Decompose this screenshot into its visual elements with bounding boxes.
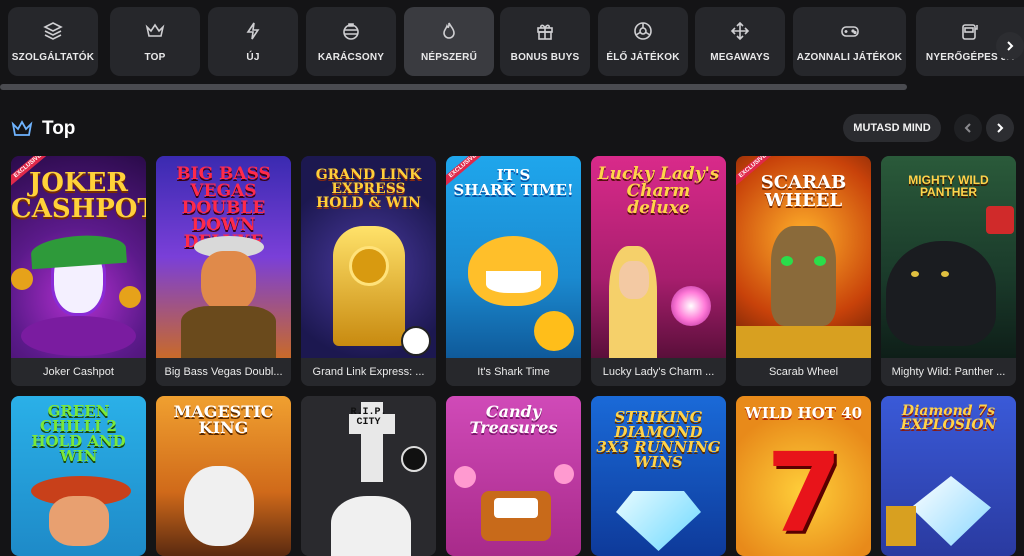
category-popular[interactable]: NÉPSZERŰ <box>404 7 494 76</box>
category-megaways[interactable]: MEGAWAYS <box>695 7 785 76</box>
category-christmas[interactable]: KARÁCSONY <box>306 7 396 76</box>
game-thumbnail: MAGESTIC KING <box>156 396 291 556</box>
category-label: MEGAWAYS <box>710 52 770 63</box>
category-top[interactable]: TOP <box>110 7 200 76</box>
game-thumbnail: EXCLUSIVE IT'S SHARK TIME! <box>446 156 581 358</box>
section-header: Top MUTASD MIND <box>0 110 1024 150</box>
game-card-diamond-explosion-7s[interactable]: Diamond 7s EXPLOSION <box>881 396 1016 556</box>
game-thumbnail: MIGHTY WILD PANTHER <box>881 156 1016 358</box>
carousel-prev-button[interactable] <box>954 114 982 142</box>
crown-icon <box>144 20 166 42</box>
gamepad-icon <box>839 20 861 42</box>
category-label: ÚJ <box>246 52 260 63</box>
game-title: Scarab Wheel <box>736 358 871 386</box>
game-logo: MIGHTY WILD PANTHER <box>908 173 989 199</box>
game-title: Big Bass Vegas Doubl... <box>156 358 291 386</box>
game-logo: SCARAB WHEEL <box>760 172 847 211</box>
game-thumbnail: BIG BASSVEGASDOUBLE DOWNDELUXE <box>156 156 291 358</box>
category-scroll-next-button[interactable] <box>996 32 1024 60</box>
game-thumbnail: EXCLUSIVE JOKER CASHPOT <box>11 156 146 358</box>
game-thumbnail: GRAND LINK EXPRESS HOLD & WIN <box>301 156 436 358</box>
game-thumbnail: EXCLUSIVE SCARAB WHEEL <box>736 156 871 358</box>
chevron-left-icon <box>964 123 971 133</box>
game-thumbnail: Diamond 7s EXPLOSION <box>881 396 1016 556</box>
game-logo: IT'S SHARK TIME! <box>453 166 574 199</box>
game-logo: Diamond 7s EXPLOSION <box>900 403 997 433</box>
game-card-magestic-king[interactable]: MAGESTIC KING <box>156 396 291 556</box>
game-thumbnail: R.I.P. CITY <box>301 396 436 556</box>
game-title: Joker Cashpot <box>11 358 146 386</box>
category-label: KARÁCSONY <box>317 52 385 63</box>
slot-machine-icon <box>959 20 981 42</box>
ornament-icon <box>340 20 362 42</box>
game-title: Grand Link Express: ... <box>301 358 436 386</box>
lightning-icon <box>242 20 264 42</box>
chip-icon <box>632 20 654 42</box>
layers-icon <box>42 20 64 42</box>
game-card-candy-treasures[interactable]: Candy Treasures <box>446 396 581 556</box>
game-card-striking-diamond[interactable]: STRIKING DIAMOND 3X3 RUNNING WINS <box>591 396 726 556</box>
category-label: BONUS BUYS <box>510 52 580 63</box>
arrows-icon <box>729 20 751 42</box>
game-logo: MAGESTIC KING <box>173 402 274 437</box>
category-label: AZONNALI JÁTÉKOK <box>796 52 903 63</box>
game-logo: WILD HOT 40 <box>744 404 863 422</box>
game-logo: Lucky Lady's Charm deluxe <box>597 164 720 218</box>
crown-icon <box>11 120 33 136</box>
category-instant-games[interactable]: AZONNALI JÁTÉKOK <box>793 7 906 76</box>
game-logo: R.I.P. CITY <box>350 407 387 428</box>
game-title: Lucky Lady's Charm ... <box>591 358 726 386</box>
category-providers[interactable]: SZOLGÁLTATÓK <box>8 7 98 76</box>
category-bonus-buys[interactable]: BONUS BUYS <box>500 7 590 76</box>
game-logo: GREEN CHILLI 2 HOLD AND WIN <box>31 402 126 465</box>
game-title: Mighty Wild: Panther ... <box>881 358 1016 386</box>
chevron-right-icon <box>1007 41 1014 51</box>
game-card-rip-city[interactable]: R.I.P. CITY <box>301 396 436 556</box>
game-thumbnail: GREEN CHILLI 2 HOLD AND WIN <box>11 396 146 556</box>
game-card-grand-link-express[interactable]: GRAND LINK EXPRESS HOLD & WIN Grand Link E… <box>301 156 436 386</box>
category-live-games[interactable]: ÉLŐ JÁTÉKOK <box>598 7 688 76</box>
category-label: NÉPSZERŰ <box>420 52 478 63</box>
category-new[interactable]: ÚJ <box>208 7 298 76</box>
gift-icon <box>534 20 556 42</box>
game-thumbnail: WILD HOT 40 7 <box>736 396 871 556</box>
game-logo: JOKER CASHPOT <box>11 168 146 224</box>
game-card-lucky-ladys-charm[interactable]: Lucky Lady's Charm deluxe Lucky Lady's Cha… <box>591 156 726 386</box>
category-label: SZOLGÁLTATÓK <box>11 52 95 63</box>
game-card-its-shark-time[interactable]: EXCLUSIVE IT'S SHARK TIME! It's Shark Tim… <box>446 156 581 386</box>
game-card-wild-hot-40[interactable]: WILD HOT 40 7 <box>736 396 871 556</box>
section-title: Top <box>42 118 76 139</box>
category-label: ÉLŐ JÁTÉKOK <box>606 52 680 63</box>
game-thumbnail: Candy Treasures <box>446 396 581 556</box>
game-logo: Candy Treasures <box>469 402 558 437</box>
game-logo: STRIKING DIAMOND 3X3 RUNNING WINS <box>596 408 721 471</box>
show-all-button[interactable]: MUTASD MIND <box>843 114 941 142</box>
game-card-big-bass-vegas[interactable]: BIG BASSVEGASDOUBLE DOWNDELUXE Big Bass … <box>156 156 291 386</box>
game-thumbnail: STRIKING DIAMOND 3X3 RUNNING WINS <box>591 396 726 556</box>
carousel-next-button[interactable] <box>986 114 1014 142</box>
game-card-scarab-wheel[interactable]: EXCLUSIVE SCARAB WHEEL Scarab Wheel <box>736 156 871 386</box>
game-card-mighty-wild-panther[interactable]: MIGHTY WILD PANTHER Mighty Wild: Panther … <box>881 156 1016 386</box>
category-scrollbar[interactable] <box>0 84 907 90</box>
category-bar: SZOLGÁLTATÓK TOP ÚJ KARÁCSONY NÉPSZERŰ B… <box>0 0 1024 92</box>
game-title: It's Shark Time <box>446 358 581 386</box>
game-logo: GRAND LINK EXPRESS HOLD & WIN <box>315 167 422 211</box>
chevron-right-icon <box>997 123 1004 133</box>
category-label: TOP <box>144 52 166 63</box>
flame-icon <box>438 20 460 42</box>
game-thumbnail: Lucky Lady's Charm deluxe <box>591 156 726 358</box>
game-card-green-chilli-2[interactable]: GREEN CHILLI 2 HOLD AND WIN <box>11 396 146 556</box>
game-card-joker-cashpot[interactable]: EXCLUSIVE JOKER CASHPOT Joker Cashpot <box>11 156 146 386</box>
